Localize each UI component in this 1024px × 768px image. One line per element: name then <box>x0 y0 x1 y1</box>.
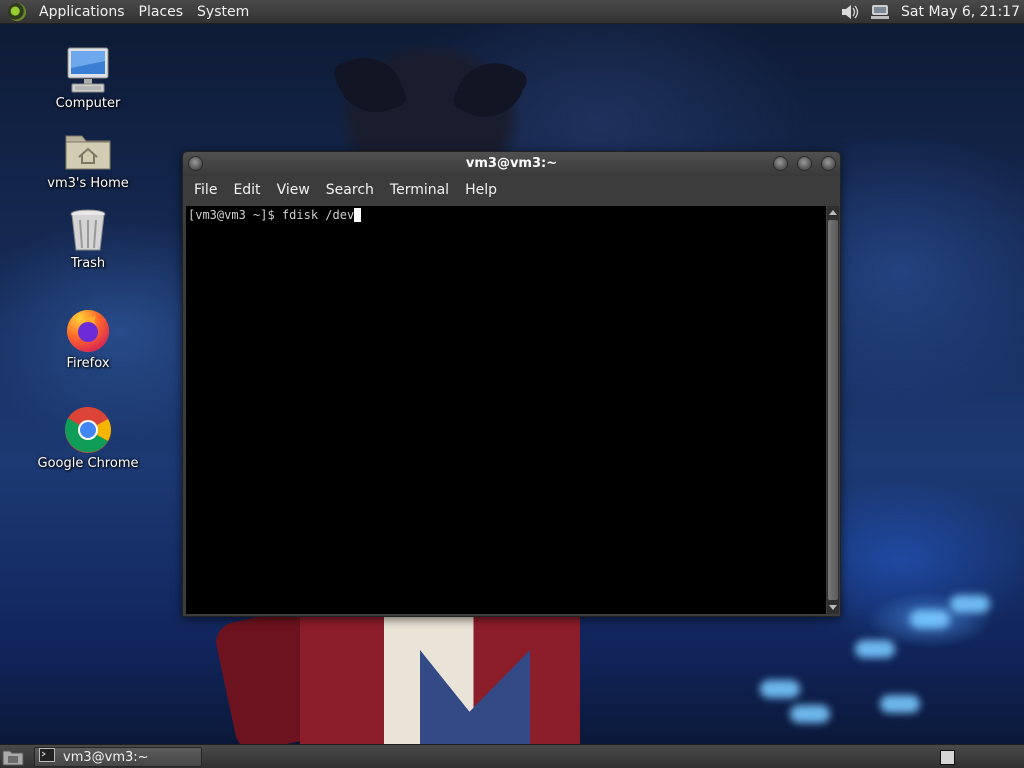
terminal-window[interactable]: vm3@vm3:~ File Edit View Search Terminal… <box>182 151 841 617</box>
menu-file[interactable]: File <box>186 182 225 198</box>
text-cursor <box>354 208 362 222</box>
bottom-panel: vm3@vm3:~ <box>0 744 1024 768</box>
places-menu[interactable]: Places <box>132 4 191 20</box>
taskbar-terminal-button[interactable]: vm3@vm3:~ <box>34 747 202 767</box>
desktop-icon-computer[interactable]: Computer <box>33 46 143 111</box>
system-menu[interactable]: System <box>190 4 256 20</box>
menu-terminal[interactable]: Terminal <box>382 182 457 198</box>
minimize-button[interactable] <box>773 156 788 171</box>
scroll-up-arrow-icon[interactable] <box>829 210 837 215</box>
prompt-text: [vm3@vm3 ~]$ fdisk /dev <box>188 208 355 222</box>
terminal-title-bar[interactable]: vm3@vm3:~ <box>183 152 840 176</box>
workspace-switcher[interactable] <box>940 750 955 765</box>
system-tray: Sat May 6, 21:17 <box>839 0 1020 24</box>
trash-icon <box>64 206 112 254</box>
terminal-menu-bar: File Edit View Search Terminal Help <box>183 176 840 204</box>
network-icon[interactable] <box>869 3 891 21</box>
desktop-icon-firefox[interactable]: Firefox <box>33 306 143 371</box>
menu-view[interactable]: View <box>269 182 318 198</box>
desktop-icon-chrome[interactable]: Google Chrome <box>33 406 143 471</box>
close-button[interactable] <box>821 156 836 171</box>
terminal-app-icon <box>39 748 55 766</box>
desktop-icon-trash[interactable]: Trash <box>33 206 143 271</box>
distro-logo-icon[interactable] <box>8 2 26 21</box>
menu-search[interactable]: Search <box>318 182 382 198</box>
home-folder-icon <box>64 126 112 174</box>
desktop-icon-label: Computer <box>55 96 121 111</box>
firefox-icon <box>64 306 112 354</box>
desktop-icon-label: vm3's Home <box>47 176 129 191</box>
desktop-icon-label: Firefox <box>66 356 110 371</box>
taskbar-label: vm3@vm3:~ <box>63 749 149 765</box>
window-title: vm3@vm3:~ <box>465 156 558 171</box>
desktop-icon-home[interactable]: vm3's Home <box>33 126 143 191</box>
chrome-icon <box>64 406 112 454</box>
applications-menu[interactable]: Applications <box>32 4 132 20</box>
scrollbar-thumb[interactable] <box>828 220 838 600</box>
scroll-down-arrow-icon[interactable] <box>829 605 837 610</box>
maximize-button[interactable] <box>797 156 812 171</box>
panel-clock[interactable]: Sat May 6, 21:17 <box>901 4 1020 20</box>
desktop-icon-label: Google Chrome <box>37 456 139 471</box>
menu-help[interactable]: Help <box>457 182 505 198</box>
computer-icon <box>64 46 112 94</box>
menu-edit[interactable]: Edit <box>225 182 268 198</box>
top-panel: Applications Places System Sat May 6, 21… <box>0 0 1024 24</box>
desktop-icon-label: Trash <box>70 256 106 271</box>
show-desktop-icon[interactable] <box>2 748 24 766</box>
terminal-output-area[interactable]: [vm3@vm3 ~]$ fdisk /dev <box>186 206 826 614</box>
terminal-line: [vm3@vm3 ~]$ fdisk /dev <box>188 208 362 222</box>
volume-icon[interactable] <box>839 3 861 21</box>
terminal-scrollbar[interactable] <box>827 206 839 614</box>
